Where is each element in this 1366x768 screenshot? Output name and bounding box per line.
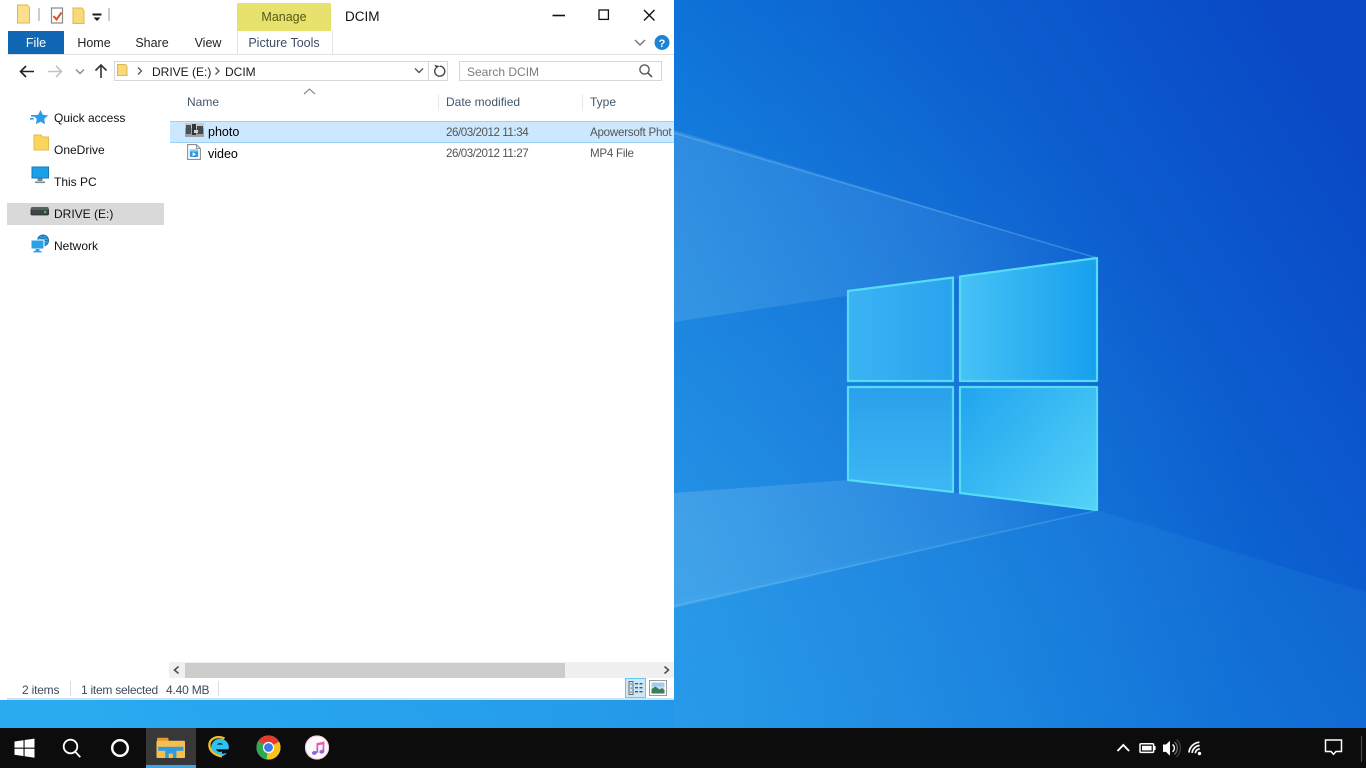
svg-text:?: ? [659, 38, 666, 50]
